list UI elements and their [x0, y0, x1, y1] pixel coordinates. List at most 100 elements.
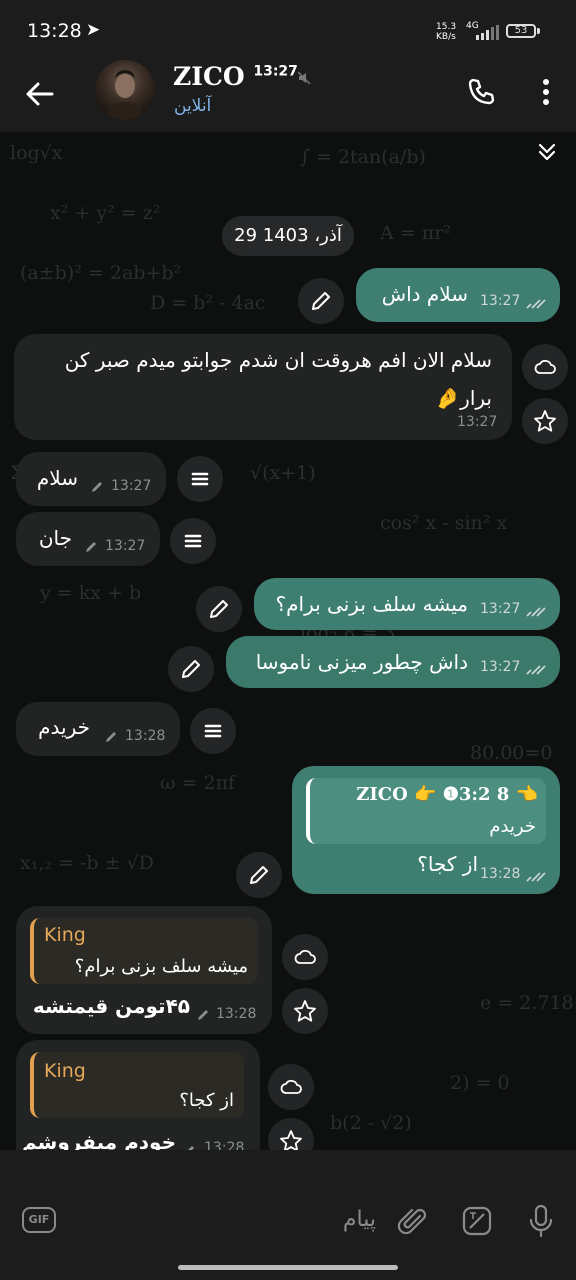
message-time: 13:27 — [480, 601, 521, 617]
speed-unit: KB/s — [436, 32, 456, 42]
message-bubble-outgoing[interactable]: داش چطور میزنی ناموسا 13:27 — [226, 636, 560, 688]
message-time: 13:27 — [457, 414, 498, 430]
list-button[interactable] — [190, 708, 236, 754]
message-input[interactable] — [74, 1198, 378, 1240]
gif-icon: GIF — [22, 1207, 56, 1233]
message-bubble-incoming[interactable]: جان 13:27 — [16, 512, 160, 566]
back-button[interactable] — [20, 74, 60, 114]
double-check-icon — [526, 607, 546, 617]
star-button[interactable] — [282, 988, 328, 1034]
edit-button[interactable] — [196, 586, 242, 632]
double-check-icon — [526, 665, 546, 675]
cloud-icon — [280, 1079, 302, 1094]
pencil-icon — [92, 482, 102, 492]
contact-name-suffix: 13:27 — [253, 63, 298, 80]
pencil-icon — [182, 660, 200, 678]
pencil-icon — [106, 732, 116, 742]
paperclip-icon — [397, 1208, 427, 1235]
cloud-button[interactable] — [268, 1064, 314, 1110]
avatar[interactable] — [95, 60, 155, 120]
chevron-double-down-icon — [538, 143, 556, 161]
message-bubble-incoming[interactable]: سلام الان افم هروقت ان شدم جوابتو میدم ص… — [14, 334, 512, 440]
message-text-line2-text: برار — [460, 386, 492, 410]
microphone-button[interactable] — [526, 1203, 556, 1239]
scroll-down-button[interactable] — [534, 140, 560, 166]
home-gesture-handle[interactable] — [178, 1265, 398, 1270]
gif-button[interactable]: GIF — [22, 1207, 58, 1235]
sticker-button[interactable] — [460, 1204, 494, 1238]
message-bubble-incoming[interactable]: King از کجا؟ خودم میفروشم 13:28 — [16, 1040, 260, 1168]
list-icon — [191, 472, 209, 486]
edit-button[interactable] — [236, 852, 282, 898]
online-status: آنلاین — [174, 96, 212, 116]
contact-name[interactable]: ZICO 13:27 — [173, 62, 298, 91]
cloud-button[interactable] — [522, 344, 568, 390]
navigation-bar — [0, 1248, 576, 1280]
message-text: جان — [38, 526, 72, 550]
message-time: 13:27 — [111, 478, 152, 494]
sticker-icon — [462, 1206, 492, 1236]
pinched-fingers-emoji: 🤌 — [435, 386, 461, 410]
pencil-icon — [210, 600, 228, 618]
list-button[interactable] — [170, 518, 216, 564]
attach-button[interactable] — [396, 1204, 430, 1238]
message-time: 13:27 — [480, 293, 521, 309]
reply-text: از کجا؟ — [179, 1090, 234, 1111]
more-vertical-icon — [543, 79, 549, 105]
message-time: 13:28 — [480, 866, 521, 882]
message-bubble-incoming[interactable]: خریدم 13:28 — [16, 702, 180, 756]
star-icon — [294, 1000, 316, 1022]
edit-button[interactable] — [298, 278, 344, 324]
call-button[interactable] — [466, 76, 498, 108]
message-bubble-outgoing[interactable]: میشه سلف بزنی برام؟ 13:27 — [254, 578, 560, 630]
message-text: داش چطور میزنی ناموسا — [255, 650, 468, 674]
reply-quote[interactable]: King از کجا؟ — [30, 1052, 244, 1118]
edit-button[interactable] — [168, 646, 214, 692]
message-text: میشه سلف بزنی برام؟ — [275, 592, 468, 616]
message-text-line1: سلام الان افم هروقت ان شدم جوابتو میدم ص… — [64, 348, 492, 372]
pencil-icon — [312, 292, 330, 310]
message-time: 13:27 — [105, 538, 146, 554]
cloud-button[interactable] — [282, 934, 328, 980]
cloud-icon — [534, 359, 556, 374]
reply-sender: King — [44, 924, 86, 946]
message-bubble-outgoing[interactable]: سلام داش 13:27 — [356, 268, 560, 322]
battery-tip — [537, 28, 540, 34]
list-icon — [184, 534, 202, 548]
message-text: خریدم — [38, 715, 90, 739]
more-menu-button[interactable] — [536, 76, 556, 108]
microphone-icon — [529, 1204, 553, 1238]
message-text: از کجا؟ — [417, 852, 478, 876]
message-text: سلام داش — [381, 282, 468, 306]
pencil-icon — [86, 542, 96, 552]
message-time: 13:28 — [125, 728, 166, 744]
message-text: سلام — [36, 466, 78, 490]
message-text-line2: برار🤌 — [435, 386, 492, 410]
message-bubble-incoming[interactable]: King میشه سلف بزنی برام؟ ۴۵تومن قیمتشه 1… — [16, 906, 272, 1034]
cloud-icon — [294, 949, 316, 964]
status-time: 13:28 — [27, 20, 82, 42]
reply-quote[interactable]: ZICO 👉 ❶3:2 8 👈 خریدم — [306, 778, 546, 844]
reply-sender: King — [44, 1060, 86, 1082]
message-text: ۴۵تومن قیمتشه — [32, 994, 190, 1018]
reply-text: میشه سلف بزنی برام؟ — [74, 956, 248, 977]
message-bubble-incoming[interactable]: سلام 13:27 — [16, 452, 166, 506]
battery-icon: 53 — [506, 24, 536, 38]
reply-text: خریدم — [489, 816, 536, 837]
mute-icon — [296, 70, 314, 88]
reply-sender: ZICO 👉 ❶3:2 8 👈 — [356, 784, 538, 805]
speed-value: 15.3 — [436, 22, 457, 32]
star-button[interactable] — [522, 398, 568, 444]
location-arrow-icon: ➤ — [86, 20, 101, 40]
list-icon — [204, 724, 222, 738]
reply-quote[interactable]: King میشه سلف بزنی برام؟ — [30, 918, 258, 984]
date-separator: 29 آذر، 1403 — [222, 216, 354, 256]
pencil-icon — [198, 1010, 208, 1020]
list-button[interactable] — [177, 456, 223, 502]
pencil-icon — [250, 866, 268, 884]
double-check-icon — [526, 872, 546, 882]
signal-icon — [474, 25, 500, 40]
message-bubble-outgoing[interactable]: ZICO 👉 ❶3:2 8 👈 خریدم از کجا؟ 13:28 — [292, 766, 560, 894]
contact-name-text: ZICO — [173, 62, 245, 91]
arrow-left-icon — [26, 82, 54, 106]
